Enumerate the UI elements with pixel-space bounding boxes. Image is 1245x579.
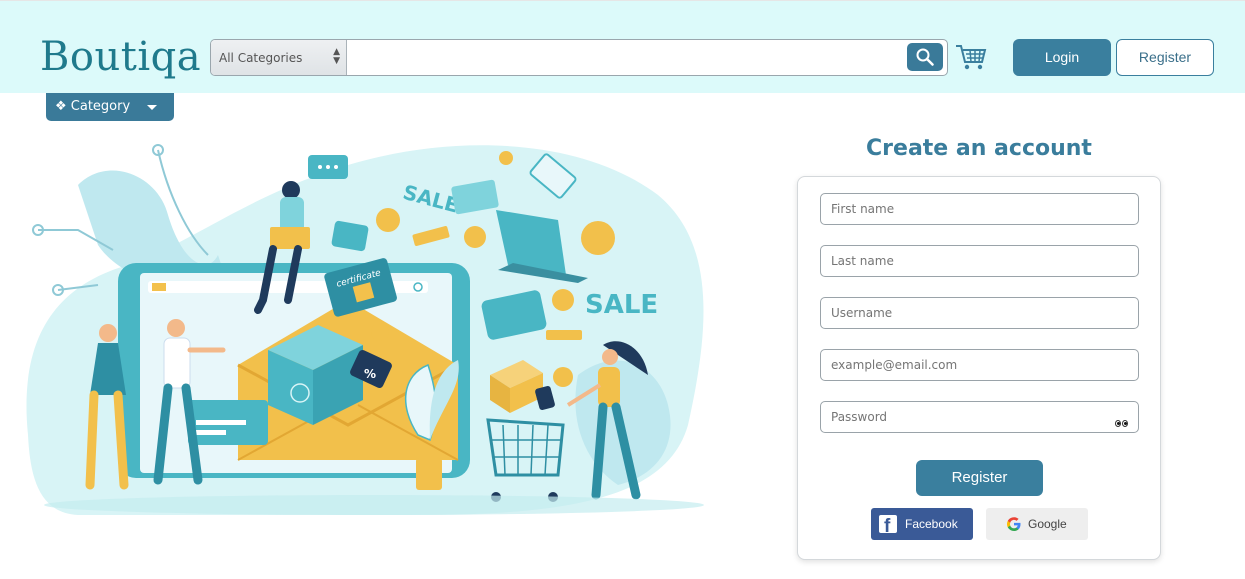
- chevron-down-icon: [147, 105, 157, 110]
- first-name-field[interactable]: [820, 193, 1139, 225]
- show-password-icon[interactable]: [1115, 412, 1129, 427]
- username-field[interactable]: [820, 297, 1139, 329]
- login-button[interactable]: Login: [1013, 39, 1111, 76]
- google-button[interactable]: Google: [986, 508, 1088, 540]
- logo[interactable]: Boutiqa: [40, 35, 201, 79]
- coin-icon: [552, 289, 574, 311]
- category-dropdown-label: ❖ Category: [55, 99, 131, 114]
- search-button[interactable]: [907, 43, 943, 71]
- discount-text: %: [364, 367, 376, 381]
- register-button[interactable]: Register: [916, 460, 1043, 496]
- hero-illustration: % certificate SALE SALE: [26, 144, 704, 515]
- coin-icon: [581, 221, 615, 255]
- header: Boutiqa All Categories ▲ ▼ Login Register: [0, 0, 1245, 93]
- search-icon: [916, 48, 934, 66]
- google-icon: [1007, 517, 1021, 531]
- signup-card: Register Facebook Google: [797, 176, 1161, 560]
- coin-icon: [376, 208, 400, 232]
- facebook-label: Facebook: [905, 517, 958, 531]
- facebook-icon: [879, 511, 897, 543]
- category-select[interactable]: All Categories ▲ ▼: [211, 40, 347, 75]
- last-name-field[interactable]: [820, 245, 1139, 277]
- register-button-header[interactable]: Register: [1116, 39, 1214, 76]
- google-label: Google: [1028, 517, 1067, 531]
- category-dropdown[interactable]: ❖ Category: [46, 93, 174, 121]
- search-bar: All Categories ▲ ▼: [210, 39, 948, 76]
- select-arrows-icon: ▲ ▼: [333, 47, 340, 66]
- password-wrapper: [820, 401, 1139, 433]
- facebook-button[interactable]: Facebook: [871, 508, 973, 543]
- coin-icon: [371, 323, 389, 341]
- coin-icon: [464, 226, 486, 248]
- email-field[interactable]: [820, 349, 1139, 381]
- search-input[interactable]: [351, 42, 901, 72]
- coin-icon: [553, 367, 573, 387]
- category-select-value: All Categories: [219, 51, 303, 65]
- laptop-icon: [270, 227, 310, 249]
- cart-icon[interactable]: [955, 43, 987, 71]
- sale-text-right: SALE: [585, 290, 658, 320]
- form-title: Create an account: [866, 136, 1092, 161]
- password-field[interactable]: [820, 401, 1139, 433]
